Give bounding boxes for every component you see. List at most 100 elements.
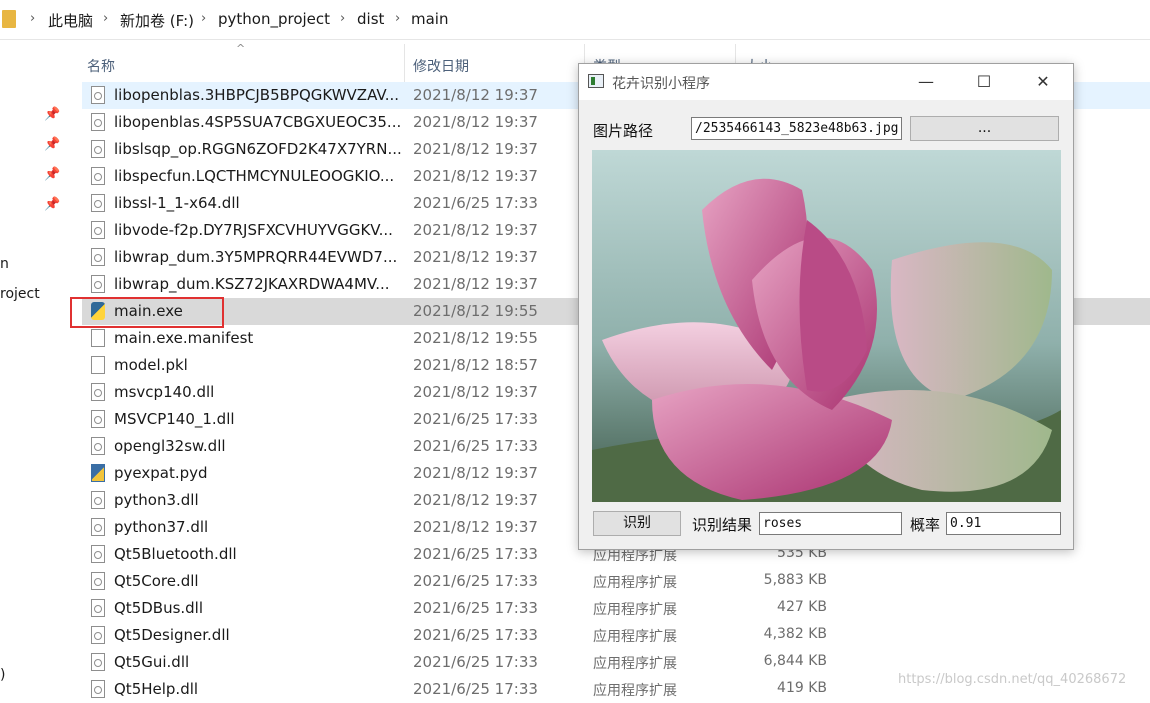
dll-file-icon bbox=[91, 86, 105, 104]
dll-file-icon bbox=[91, 140, 105, 158]
file-date: 2021/6/25 17:33 bbox=[413, 626, 538, 644]
file-date: 2021/8/12 19:55 bbox=[413, 329, 538, 347]
breadcrumb-item[interactable]: python_project bbox=[218, 10, 330, 28]
file-name: Qt5Bluetooth.dll bbox=[114, 545, 237, 563]
file-row[interactable]: Qt5Designer.dll 2021/6/25 17:33 应用程序扩展 4,38… bbox=[82, 622, 1150, 649]
folder-icon bbox=[2, 10, 16, 28]
dll-file-icon bbox=[91, 626, 105, 644]
flower-image bbox=[592, 150, 1061, 502]
file-size: 6,844 KB bbox=[763, 653, 827, 669]
browse-button[interactable]: ... bbox=[910, 116, 1059, 141]
dll-file-icon bbox=[91, 275, 105, 293]
file-type: 应用程序扩展 bbox=[593, 656, 677, 672]
file-name: Qt5Gui.dll bbox=[114, 653, 190, 671]
result-label: 识别结果 bbox=[692, 516, 753, 534]
close-button[interactable]: ✕ bbox=[1020, 64, 1066, 100]
column-header-name[interactable]: 名称 bbox=[87, 56, 115, 76]
file-name: msvcp140.dll bbox=[114, 383, 215, 401]
file-name: python37.dll bbox=[114, 518, 209, 536]
pin-icon[interactable]: 📌 bbox=[44, 168, 60, 182]
file-name: libwrap_dum.KSZ72JKAXRDWA4MV... bbox=[114, 275, 390, 293]
file-name: libopenblas.3HBPCJB5BPQGKWVZAV... bbox=[114, 86, 400, 104]
pin-icon[interactable]: 📌 bbox=[44, 108, 60, 122]
file-icon bbox=[91, 356, 105, 374]
file-size: 5,883 KB bbox=[763, 572, 827, 588]
window-titlebar[interactable]: 花卉识别小程序 — ☐ ✕ bbox=[579, 64, 1073, 100]
file-name: model.pkl bbox=[114, 356, 188, 374]
recognize-button[interactable]: 识别 bbox=[593, 511, 681, 536]
pin-icon[interactable]: 📌 bbox=[44, 138, 60, 152]
dll-file-icon bbox=[91, 410, 105, 428]
chevron-right-icon: › bbox=[340, 11, 346, 26]
file-name: libslsqp_op.RGGN6ZOFD2K47X7YRN... bbox=[114, 140, 402, 158]
flower-recognition-window: 花卉识别小程序 — ☐ ✕ 图片路径 /2535466143_5823e48b6… bbox=[578, 63, 1074, 550]
file-date: 2021/8/12 19:37 bbox=[413, 86, 538, 104]
breadcrumb-item[interactable]: main bbox=[411, 10, 448, 28]
file-name: python3.dll bbox=[114, 491, 199, 509]
file-type: 应用程序扩展 bbox=[593, 683, 677, 699]
dll-file-icon bbox=[91, 167, 105, 185]
file-date: 2021/8/12 19:37 bbox=[413, 221, 538, 239]
file-date: 2021/8/12 19:37 bbox=[413, 248, 538, 266]
chevron-right-icon: › bbox=[30, 11, 36, 26]
python-file-icon bbox=[91, 464, 105, 482]
sort-ascending-icon: ^ bbox=[236, 42, 246, 55]
chevron-right-icon: › bbox=[395, 11, 401, 26]
dll-file-icon bbox=[91, 491, 105, 509]
lotus-flower-picture bbox=[592, 150, 1061, 502]
dll-file-icon bbox=[91, 383, 105, 401]
dll-file-icon bbox=[91, 572, 105, 590]
file-date: 2021/6/25 17:33 bbox=[413, 572, 538, 590]
file-name: MSVCP140_1.dll bbox=[114, 410, 235, 428]
file-name: Qt5DBus.dll bbox=[114, 599, 204, 617]
nav-item[interactable]: n bbox=[0, 256, 9, 272]
path-field[interactable]: /2535466143_5823e48b63.jpg bbox=[691, 117, 902, 140]
highlight-annotation bbox=[70, 297, 224, 328]
file-name: libwrap_dum.3Y5MPRQRR44EVWD7... bbox=[114, 248, 398, 266]
file-row[interactable]: Qt5Core.dll 2021/6/25 17:33 应用程序扩展 5,883 KB bbox=[82, 568, 1150, 595]
minimize-button[interactable]: — bbox=[903, 64, 949, 100]
file-size: 419 KB bbox=[777, 680, 827, 696]
dll-file-icon bbox=[91, 248, 105, 266]
column-header-date[interactable]: 修改日期 bbox=[413, 56, 469, 76]
file-icon bbox=[91, 329, 105, 347]
watermark: https://blog.csdn.net/qq_40268672 bbox=[898, 672, 1127, 687]
file-date: 2021/8/12 19:37 bbox=[413, 275, 538, 293]
breadcrumb-item[interactable]: 此电脑 bbox=[48, 10, 93, 31]
file-date: 2021/6/25 17:33 bbox=[413, 410, 538, 428]
file-name: pyexpat.pyd bbox=[114, 464, 208, 482]
pin-icon[interactable]: 📌 bbox=[44, 198, 60, 212]
dll-file-icon bbox=[91, 653, 105, 671]
breadcrumb-item[interactable]: 新加卷 (F:) bbox=[120, 10, 194, 31]
dll-file-icon bbox=[91, 599, 105, 617]
breadcrumb-item[interactable]: dist bbox=[357, 10, 384, 28]
file-name: libvode-f2p.DY7RJSFXCVHUYVGGKV... bbox=[114, 221, 393, 239]
dll-file-icon bbox=[91, 221, 105, 239]
nav-item[interactable]: roject bbox=[0, 286, 40, 302]
file-date: 2021/8/12 19:37 bbox=[413, 113, 538, 131]
file-date: 2021/6/25 17:33 bbox=[413, 545, 538, 563]
address-bar[interactable]: › 此电脑 › 新加卷 (F:) › python_project › dist… bbox=[0, 0, 1150, 40]
nav-item[interactable]: ) bbox=[0, 667, 5, 683]
file-date: 2021/6/25 17:33 bbox=[413, 194, 538, 212]
dll-file-icon bbox=[91, 518, 105, 536]
file-row[interactable]: Qt5DBus.dll 2021/6/25 17:33 应用程序扩展 427 KB bbox=[82, 595, 1150, 622]
column-divider[interactable] bbox=[404, 44, 405, 82]
app-icon bbox=[588, 74, 604, 88]
probability-label: 概率 bbox=[910, 516, 941, 534]
file-date: 2021/8/12 19:37 bbox=[413, 491, 538, 509]
file-name: libssl-1_1-x64.dll bbox=[114, 194, 240, 212]
file-size: 427 KB bbox=[777, 599, 827, 615]
file-size: 4,382 KB bbox=[763, 626, 827, 642]
result-field[interactable]: roses bbox=[759, 512, 902, 535]
path-label: 图片路径 bbox=[593, 122, 654, 140]
chevron-right-icon: › bbox=[103, 11, 109, 26]
file-date: 2021/8/12 19:37 bbox=[413, 464, 538, 482]
maximize-button[interactable]: ☐ bbox=[961, 64, 1007, 100]
file-date: 2021/8/12 19:55 bbox=[413, 302, 538, 320]
file-name: Qt5Help.dll bbox=[114, 680, 199, 698]
file-date: 2021/6/25 17:33 bbox=[413, 653, 538, 671]
dll-file-icon bbox=[91, 680, 105, 698]
probability-field[interactable]: 0.91 bbox=[946, 512, 1061, 535]
dll-file-icon bbox=[91, 113, 105, 131]
